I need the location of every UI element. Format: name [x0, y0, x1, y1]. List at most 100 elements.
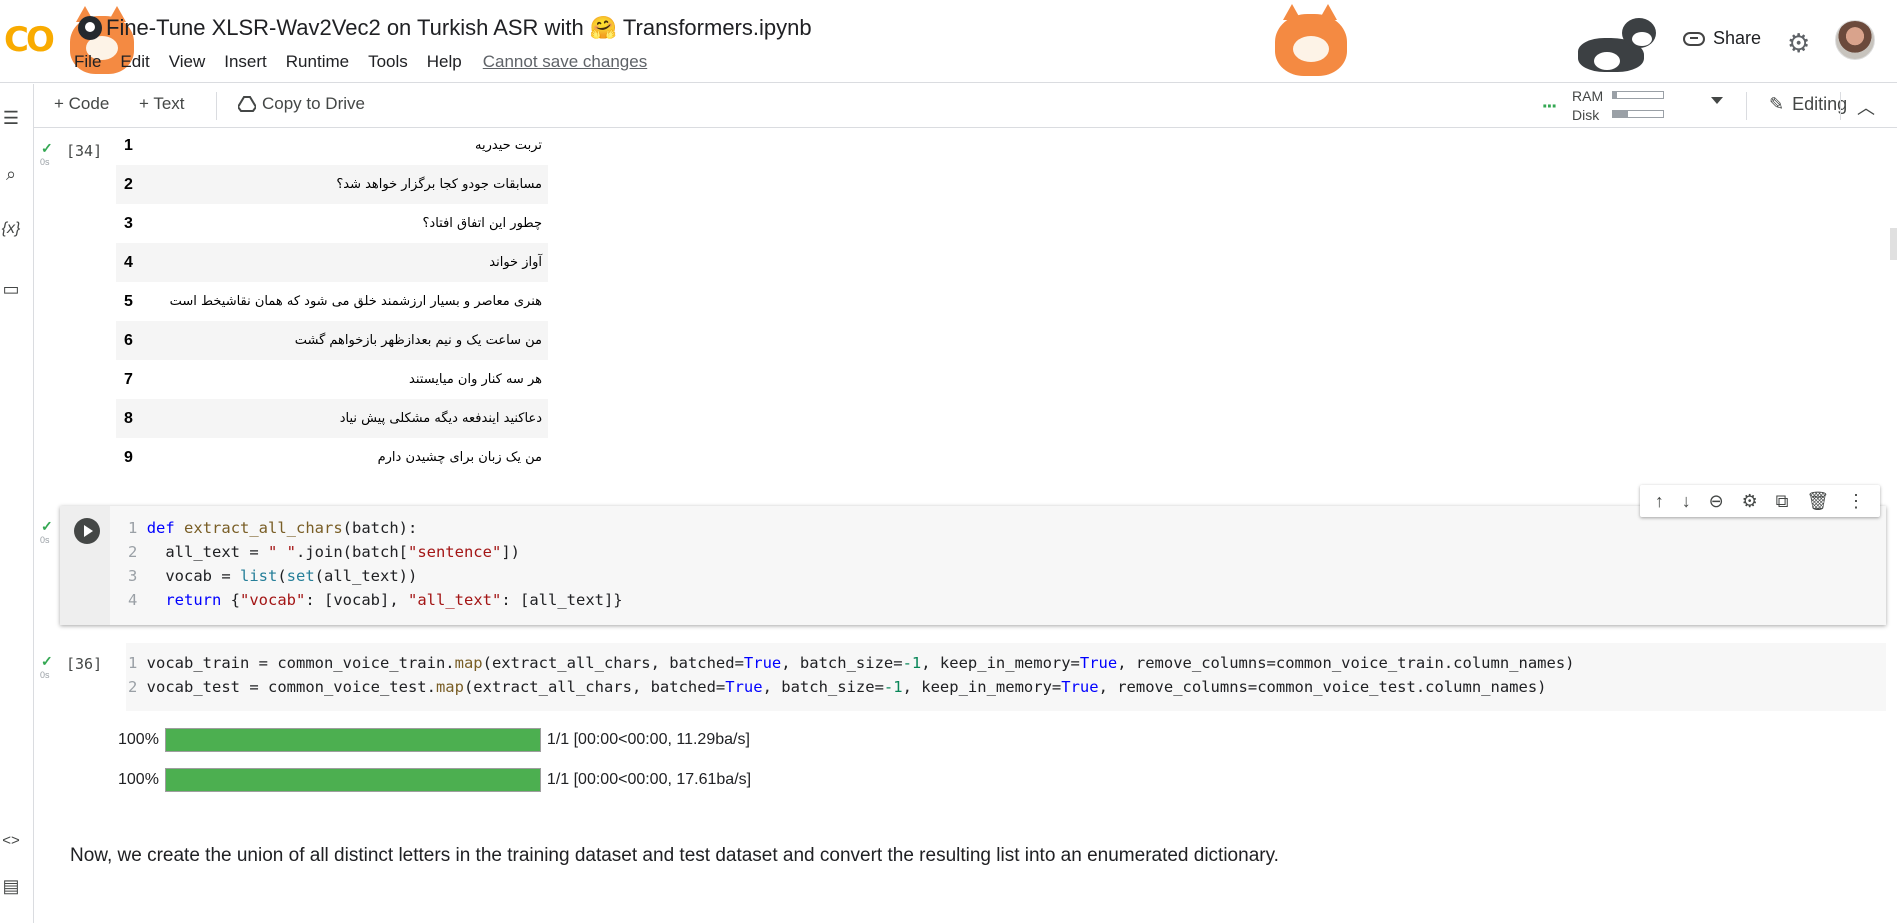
- text-cell[interactable]: Now, we create the union of all distinct…: [70, 840, 1310, 872]
- table-row: 6 من ساعت یک و نیم بعدازظهر بازخواهم گشت: [116, 321, 548, 360]
- row-text: چطور این اتفاق افتاد؟: [422, 216, 542, 231]
- table-row: 7 هر سه کنار وان میایستند: [116, 360, 548, 399]
- line-number: 2: [128, 543, 138, 561]
- mirror-cell-icon[interactable]: ⧉: [1776, 491, 1789, 512]
- menu-file[interactable]: File: [74, 52, 101, 72]
- pencil-icon: ✎: [1769, 94, 1785, 114]
- cat-sticker-right: [1265, 4, 1355, 80]
- drive-icon: [238, 96, 256, 112]
- elapsed-time: 0s: [40, 157, 50, 167]
- code-cell-selected[interactable]: 1 def extract_all_chars(batch): 2 all_te…: [60, 506, 1886, 625]
- elapsed-time: 0s: [40, 670, 50, 680]
- row-text: تربت حیدریه: [475, 138, 542, 153]
- code-cell[interactable]: 1 vocab_train = common_voice_train.map(e…: [126, 643, 1886, 711]
- menu-help[interactable]: Help: [427, 52, 462, 72]
- chevron-up-icon[interactable]: ︿: [1857, 94, 1875, 120]
- menu-bar: File Edit View Insert Runtime Tools Help…: [74, 52, 647, 72]
- move-down-icon[interactable]: ↓: [1682, 491, 1691, 512]
- row-text: دعاکنید ایندفعه دیگه مشکلی پیش نیاد: [339, 411, 542, 426]
- link-icon[interactable]: ⊖: [1709, 491, 1724, 512]
- row-text: آواز خواند: [489, 255, 542, 270]
- editing-label: Editing: [1792, 94, 1848, 114]
- run-success-icon: ✓: [41, 140, 53, 156]
- toolbar-divider: [1840, 92, 1841, 120]
- gear-icon[interactable]: ⚙: [1742, 491, 1758, 512]
- code-editor[interactable]: 1 def extract_all_chars(batch): 2 all_te…: [128, 516, 623, 612]
- search-icon[interactable]: ⌕: [0, 164, 22, 185]
- menu-tools[interactable]: Tools: [368, 52, 408, 72]
- row-text: هنری معاصر و بسیار ارزشمند خلق می شود که…: [169, 294, 542, 309]
- more-vert-icon[interactable]: ⋮: [1847, 491, 1865, 512]
- menu-insert[interactable]: Insert: [224, 52, 267, 72]
- row-index: 2: [124, 175, 133, 193]
- table-of-contents-icon[interactable]: ☰: [0, 108, 22, 129]
- disk-meter-fill: [1613, 111, 1628, 117]
- code-editor[interactable]: 1 vocab_train = common_voice_train.map(e…: [128, 651, 1574, 699]
- folder-icon[interactable]: ▭: [0, 279, 22, 300]
- menu-runtime[interactable]: Runtime: [286, 52, 349, 72]
- code-snippets-icon[interactable]: <>: [0, 832, 22, 849]
- dataframe-table: 1 تربت حیدریه 2 مسابقات جودو کجا برگزار خو…: [116, 126, 548, 477]
- cell-toolbar: ↑ ↓ ⊖ ⚙ ⧉ 🗑 ⋮: [1640, 485, 1880, 517]
- text-cell-content: Now, we create the union of all distinct…: [70, 845, 1279, 866]
- line-number: 1: [128, 654, 138, 672]
- table-row: 2 مسابقات جودو کجا برگزار خواهد شد؟: [116, 165, 548, 204]
- connected-status-icon: ···: [1542, 96, 1558, 118]
- progress-bar: [164, 768, 541, 792]
- row-text: هر سه کنار وان میایستند: [409, 372, 542, 387]
- menu-edit[interactable]: Edit: [120, 52, 149, 72]
- cannot-save-link[interactable]: Cannot save changes: [483, 52, 647, 72]
- progress-stats: 1/1 [00:00<00:00, 17.61ba/s]: [546, 771, 752, 788]
- execution-count: [34]: [66, 142, 103, 160]
- toolbar-divider: [1746, 92, 1747, 120]
- table-row: 4 آواز خواند: [116, 243, 548, 282]
- toolbar-divider: [216, 92, 217, 120]
- run-cell-button[interactable]: [74, 518, 100, 544]
- move-up-icon[interactable]: ↑: [1655, 491, 1664, 512]
- scrollbar-thumb[interactable]: [1890, 228, 1897, 260]
- line-number: 2: [128, 678, 138, 696]
- chevron-down-icon[interactable]: [1711, 97, 1723, 104]
- execution-count: [36]: [66, 655, 103, 673]
- editing-mode-button[interactable]: ✎ Editing: [1769, 94, 1847, 115]
- row-index: 6: [124, 331, 133, 349]
- gear-icon[interactable]: ⚙: [1787, 30, 1810, 56]
- line-number: 1: [128, 519, 138, 537]
- add-code-button[interactable]: + Code: [54, 94, 109, 114]
- row-index: 9: [124, 448, 133, 466]
- variables-icon[interactable]: {x}: [0, 220, 22, 238]
- row-text: من ساعت یک و نیم بعدازظهر بازخواهم گشت: [294, 333, 542, 348]
- progress-bar-fill: [165, 729, 540, 751]
- row-index: 8: [124, 409, 133, 427]
- run-success-icon: ✓: [41, 518, 53, 534]
- run-success-icon: ✓: [41, 653, 53, 669]
- resources-indicator[interactable]: RAM Disk: [1572, 87, 1603, 125]
- row-text: من یک زبان برای چشیدن دارم: [377, 450, 542, 465]
- add-text-button[interactable]: + Text: [139, 94, 185, 114]
- command-palette-icon[interactable]: ▤: [0, 876, 22, 897]
- row-index: 5: [124, 292, 133, 310]
- ram-meter: [1612, 91, 1664, 99]
- avatar[interactable]: [1835, 20, 1875, 60]
- delete-icon[interactable]: 🗑: [1806, 491, 1829, 512]
- share-button[interactable]: Share: [1683, 28, 1761, 49]
- disk-meter: [1612, 110, 1664, 118]
- cell-gutter: [60, 506, 110, 625]
- elapsed-time: 0s: [40, 535, 50, 545]
- notebook-title[interactable]: Fine-Tune XLSR-Wav2Vec2 on Turkish ASR w…: [106, 15, 812, 41]
- table-row: 9 من یک زبان برای چشیدن دارم: [116, 438, 548, 477]
- add-text-label: + Text: [139, 94, 185, 113]
- colab-logo[interactable]: CO: [4, 20, 55, 60]
- progress-percent: 100%: [118, 771, 159, 788]
- ram-meter-fill: [1613, 92, 1617, 98]
- row-index: 3: [124, 214, 133, 232]
- add-code-label: + Code: [54, 94, 110, 113]
- copy-to-drive-button[interactable]: Copy to Drive: [238, 94, 365, 114]
- progress-row: 100% 1/1 [00:00<00:00, 17.61ba/s]: [118, 768, 751, 792]
- share-label: Share: [1713, 28, 1762, 48]
- table-row: 1 تربت حیدریه: [116, 126, 548, 165]
- row-index: 1: [124, 136, 133, 154]
- progress-bar-fill: [165, 769, 540, 791]
- link-icon: [1683, 31, 1705, 46]
- menu-view[interactable]: View: [169, 52, 206, 72]
